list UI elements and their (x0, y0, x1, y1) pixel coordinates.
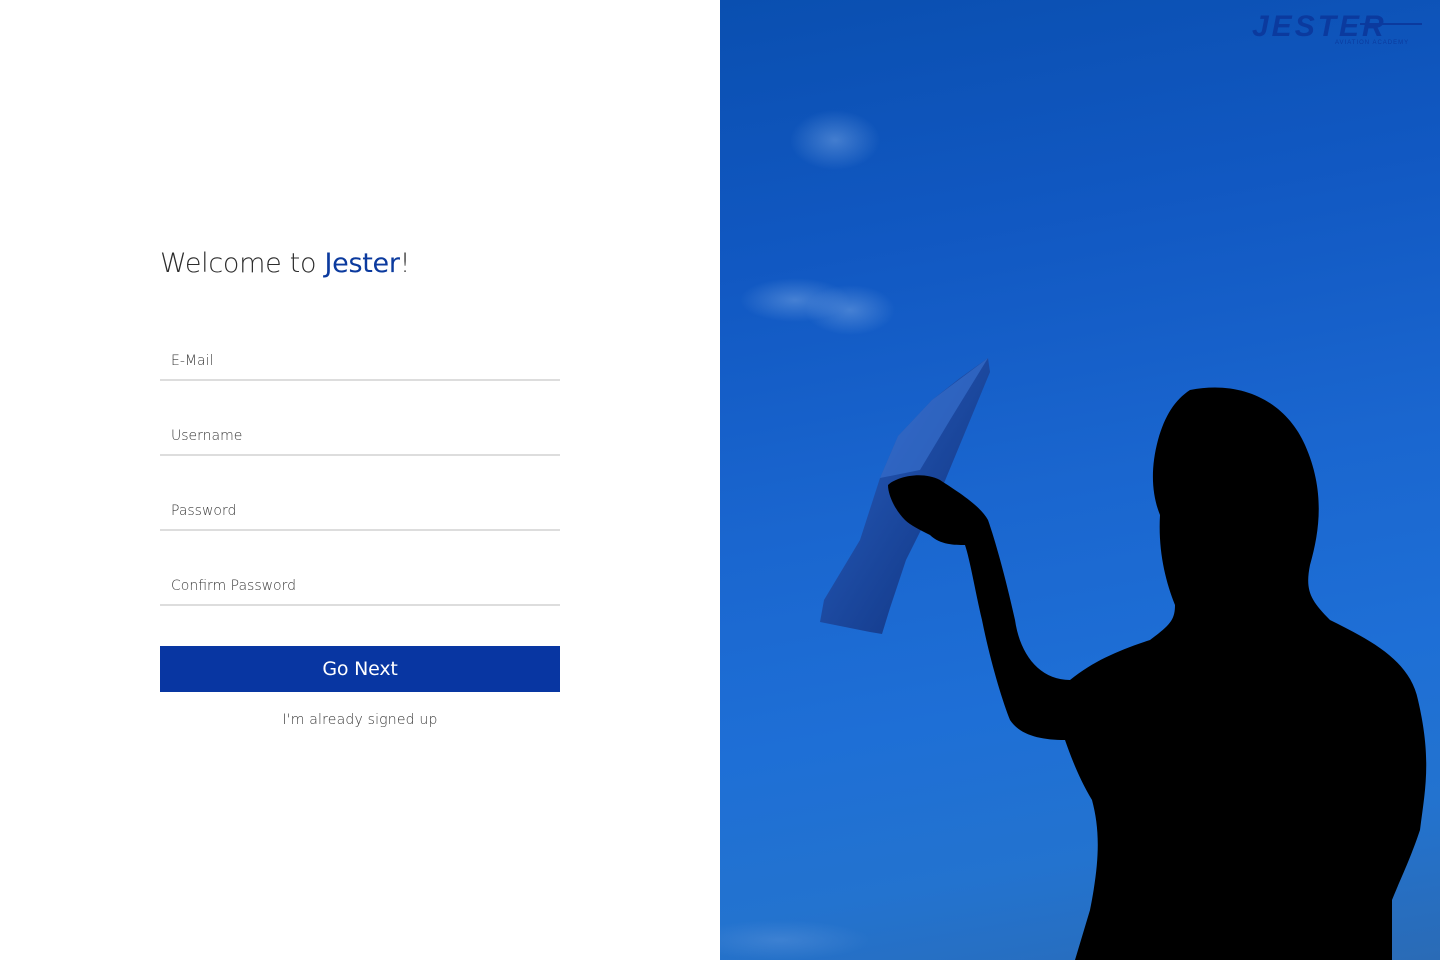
signup-panel: Welcome to Jester! Go Next I'm already s… (0, 0, 720, 960)
password-field[interactable] (160, 497, 560, 525)
jester-logo: JESTER AVIATION ACADEMY (1252, 10, 1422, 46)
username-field-wrapper (160, 414, 560, 456)
email-field[interactable] (160, 347, 560, 375)
welcome-suffix: ! (399, 248, 411, 279)
signup-form: Welcome to Jester! Go Next I'm already s… (160, 246, 560, 728)
already-signed-up-link[interactable]: I'm already signed up (160, 712, 560, 728)
welcome-heading: Welcome to Jester! (160, 246, 560, 282)
email-field-wrapper (160, 339, 560, 381)
go-next-button[interactable]: Go Next (160, 646, 560, 692)
welcome-brand: Jester (324, 248, 400, 279)
confirm-password-field-wrapper (160, 564, 560, 606)
confirm-password-field[interactable] (160, 572, 560, 600)
password-field-wrapper (160, 489, 560, 531)
hero-image: JESTER AVIATION ACADEMY (720, 0, 1440, 960)
welcome-prefix: Welcome to (160, 248, 325, 279)
logo-text: JESTER (1252, 10, 1387, 43)
username-field[interactable] (160, 422, 560, 450)
child-with-paper-plane-silhouette (720, 110, 1427, 960)
logo-tagline: AVIATION ACADEMY (1335, 40, 1409, 46)
